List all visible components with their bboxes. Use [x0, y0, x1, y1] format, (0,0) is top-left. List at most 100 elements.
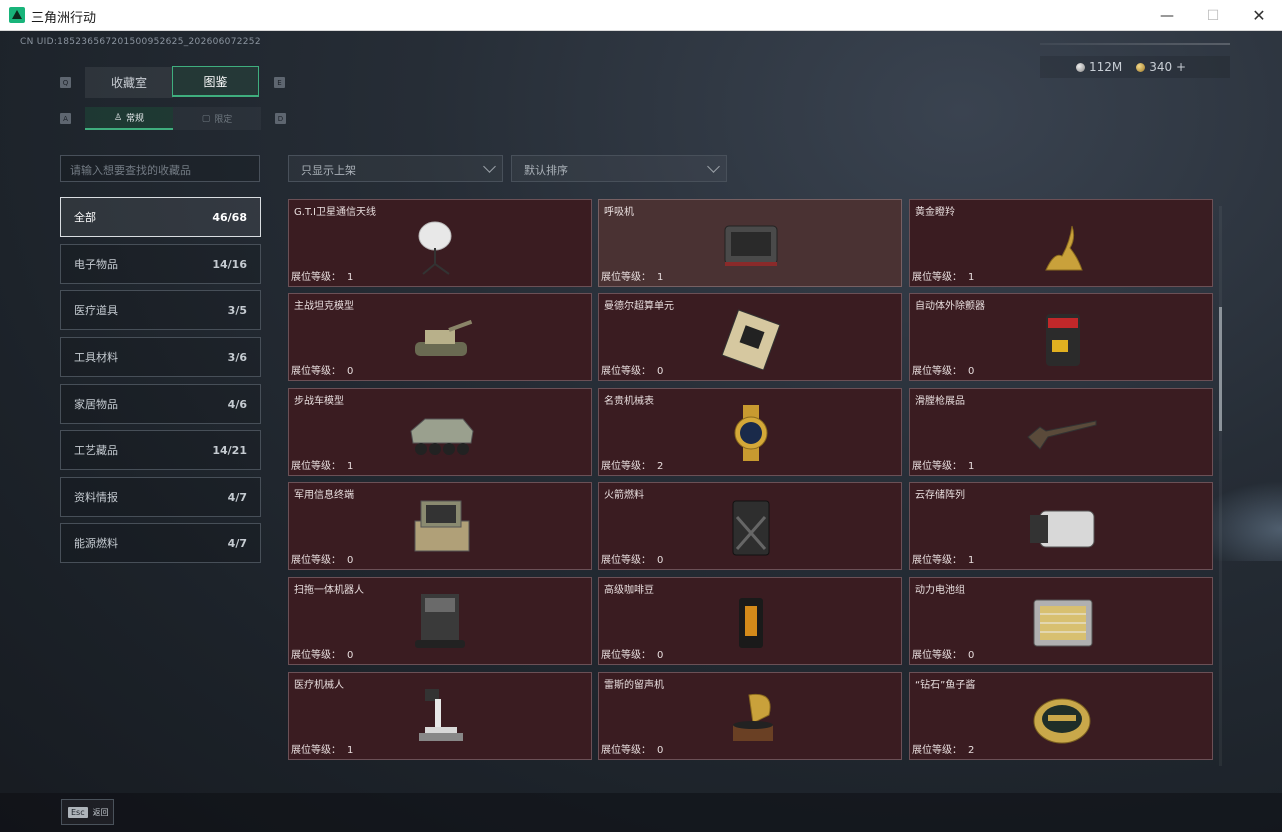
- item-name: 云存储阵列: [915, 490, 965, 501]
- title-bar: 三角洲行动 — ☐ ✕: [0, 0, 1282, 31]
- level-label: 展位等级：: [291, 272, 341, 283]
- category-item[interactable]: 医疗道具 3/5: [60, 290, 261, 330]
- collectible-card[interactable]: 动力电池组 展位等级： 0: [909, 577, 1213, 665]
- search-input[interactable]: 请输入想要查找的收藏品: [60, 155, 260, 182]
- category-count: 4/7: [227, 490, 247, 504]
- item-level: 展位等级： 1: [912, 457, 974, 472]
- silver-currency: 112M: [1076, 60, 1122, 74]
- battery-pack-icon: [1033, 599, 1093, 647]
- category-item[interactable]: 电子物品 14/16: [60, 244, 261, 284]
- key-hint-a: A: [60, 113, 71, 124]
- tab-collection-room[interactable]: 收藏室: [85, 67, 173, 98]
- collectible-card[interactable]: 主战坦克模型 展位等级： 0: [288, 293, 592, 381]
- robot-vacuum-icon: [415, 594, 465, 648]
- ifv-model-icon: [410, 418, 474, 455]
- collectible-card[interactable]: 云存储阵列展位等级： 1: [909, 482, 1213, 570]
- item-level: 展位等级： 0: [291, 362, 353, 377]
- level-label: 展位等级：: [291, 366, 341, 377]
- esc-key-hint: Esc: [68, 806, 88, 818]
- sort-dropdown[interactable]: 默认排序: [511, 155, 727, 182]
- item-level: 展位等级： 1: [912, 551, 974, 566]
- level-label: 展位等级：: [291, 650, 341, 661]
- category-item[interactable]: 资料情报 4/7: [60, 477, 261, 517]
- level-value: 0: [657, 366, 664, 377]
- scrollbar-track[interactable]: [1219, 206, 1222, 766]
- collectible-card[interactable]: “钻石”鱼子酱 展位等级： 2: [909, 672, 1213, 760]
- subtab-limited[interactable]: ▢ 限定: [173, 107, 261, 130]
- item-level: 展位等级： 0: [912, 646, 974, 661]
- item-name: 自动体外除颤器: [915, 301, 985, 312]
- top-divider: [1040, 43, 1230, 45]
- collectible-card[interactable]: 军用信息终端 展位等级： 0: [288, 482, 592, 570]
- collectible-card[interactable]: 滑膛枪展品 展位等级： 1: [909, 388, 1213, 476]
- level-value: 0: [657, 650, 664, 661]
- gold-currency[interactable]: 340 +: [1136, 60, 1186, 74]
- item-level: 展位等级： 0: [601, 741, 663, 756]
- military-terminal-icon: [414, 500, 470, 552]
- item-level: 展位等级： 2: [601, 457, 663, 472]
- rocket-fuel-icon: [732, 500, 770, 556]
- category-item[interactable]: 工艺藏品 14/21: [60, 430, 261, 470]
- category-count: 14/16: [212, 257, 247, 271]
- item-level: 展位等级： 1: [291, 741, 353, 756]
- tab-atlas[interactable]: 图鉴: [172, 66, 259, 97]
- collectible-card[interactable]: 医疗机械人 展位等级： 1: [288, 672, 592, 760]
- level-value: 0: [968, 366, 975, 377]
- scrollbar-thumb[interactable]: [1219, 307, 1222, 431]
- silver-amount: 112M: [1089, 60, 1123, 74]
- level-label: 展位等级：: [601, 272, 651, 283]
- item-name: 呼吸机: [604, 207, 634, 218]
- collectible-card[interactable]: 名贵机械表展位等级： 2: [598, 388, 902, 476]
- item-level: 展位等级： 0: [601, 362, 663, 377]
- level-label: 展位等级：: [912, 650, 962, 661]
- level-label: 展位等级：: [291, 555, 341, 566]
- close-button[interactable]: ✕: [1236, 0, 1282, 31]
- level-label: 展位等级：: [912, 366, 962, 377]
- level-label: 展位等级：: [912, 272, 962, 283]
- collectible-card[interactable]: G.T.I卫星通信天线 展位等级： 1: [288, 199, 592, 287]
- item-name: 黄金瞪羚: [915, 207, 955, 218]
- key-hint-d: D: [275, 113, 286, 124]
- golden-gazelle-icon: [1045, 225, 1083, 271]
- category-label: 工艺藏品: [74, 444, 118, 457]
- level-value: 0: [657, 745, 664, 756]
- bell-icon: ♙: [113, 112, 123, 123]
- item-name: 曼德尔超算单元: [604, 301, 674, 312]
- item-name: 名贵机械表: [604, 396, 654, 407]
- item-level: 展位等级： 1: [601, 268, 663, 283]
- level-value: 0: [347, 366, 354, 377]
- level-value: 2: [657, 461, 664, 472]
- collectible-card[interactable]: 曼德尔超算单元展位等级： 0: [598, 293, 902, 381]
- game-screen: CN UID:18523656720150095262​5_2026060722…: [0, 31, 1282, 832]
- level-value: 0: [347, 650, 354, 661]
- collectible-card[interactable]: 火箭燃料 展位等级： 0: [598, 482, 902, 570]
- category-item[interactable]: 家居物品 4/6: [60, 384, 261, 424]
- subtab-normal[interactable]: ♙ 常规: [85, 107, 173, 130]
- collectible-card[interactable]: 自动体外除颤器 展位等级： 0: [909, 293, 1213, 381]
- category-item[interactable]: 能源燃料 4/7: [60, 523, 261, 563]
- app-window: 三角洲行动 — ☐ ✕ CN UID:18523656720150095262​…: [0, 0, 1282, 832]
- coffee-beans-icon: [739, 598, 763, 648]
- category-label: 工具材料: [74, 351, 118, 364]
- bottom-bar: [0, 793, 1282, 832]
- category-count: 4/6: [227, 397, 247, 411]
- category-count: 46/68: [212, 210, 247, 224]
- minimize-button[interactable]: —: [1144, 0, 1190, 31]
- collectible-card[interactable]: 步战车模型 展位等级： 1: [288, 388, 592, 476]
- collectible-card[interactable]: 扫拖一体机器人 展位等级： 0: [288, 577, 592, 665]
- player-uid: CN UID:18523656720150095262​5_2026060722…: [20, 37, 261, 47]
- collectible-card[interactable]: 黄金瞪羚 展位等级： 1: [909, 199, 1213, 287]
- limited-icon: ▢: [201, 113, 211, 124]
- item-level: 展位等级： 0: [912, 362, 974, 377]
- item-level: 展位等级： 0: [601, 646, 663, 661]
- category-count: 4/7: [227, 536, 247, 550]
- collectible-card[interactable]: 呼吸机展位等级： 1: [598, 199, 902, 287]
- back-button[interactable]: Esc 返回: [61, 799, 114, 825]
- collectible-card[interactable]: 高级咖啡豆 展位等级： 0: [598, 577, 902, 665]
- collectible-card[interactable]: 雷斯的留声机 展位等级： 0: [598, 672, 902, 760]
- shelf-filter-dropdown[interactable]: 只显示上架: [288, 155, 503, 182]
- category-item[interactable]: 全部 46/68: [60, 197, 261, 237]
- category-item[interactable]: 工具材料 3/6: [60, 337, 261, 377]
- tank-model-icon: [415, 319, 473, 356]
- maximize-button[interactable]: ☐: [1190, 0, 1236, 31]
